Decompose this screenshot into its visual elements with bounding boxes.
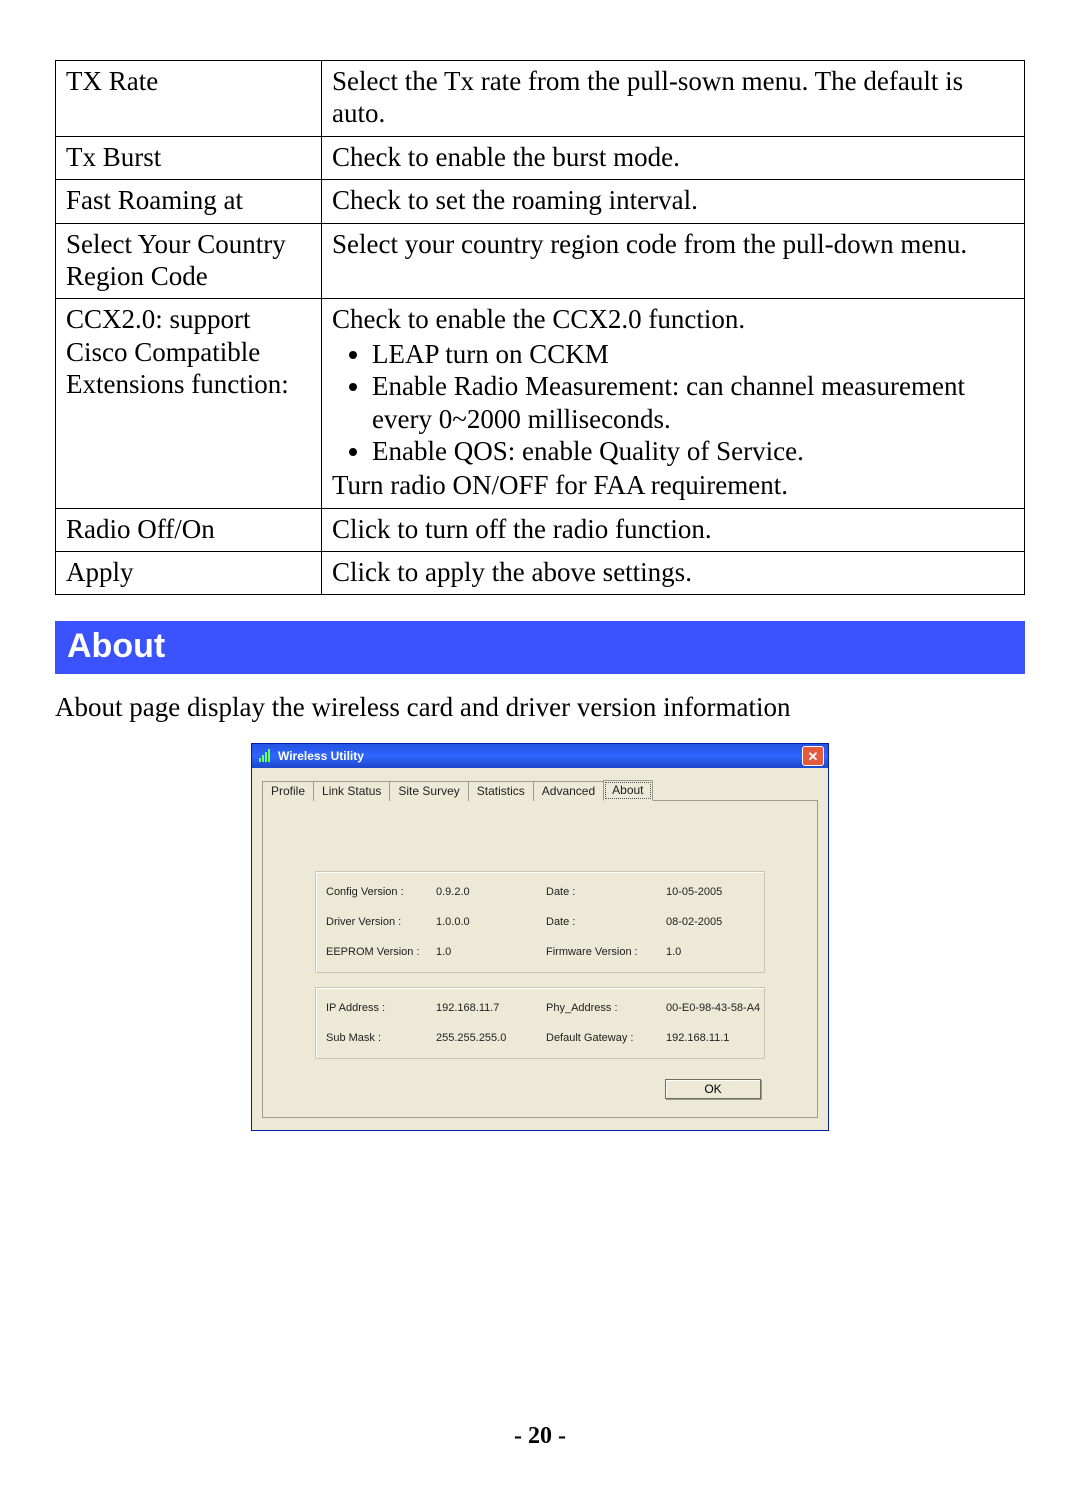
setting-description: Click to turn off the radio function.	[322, 508, 1025, 551]
info-label: Config Version :	[326, 886, 436, 898]
section-intro-text: About page display the wireless card and…	[55, 692, 1025, 723]
info-label: Default Gateway :	[546, 1032, 666, 1044]
app-icon	[258, 749, 272, 763]
table-row: Select Your Country Region CodeSelect yo…	[56, 223, 1025, 299]
table-row: Tx BurstCheck to enable the burst mode.	[56, 136, 1025, 179]
setting-name: Select Your Country Region Code	[56, 223, 322, 299]
info-value: 192.168.11.1	[666, 1032, 776, 1044]
info-value: 192.168.11.7	[436, 1002, 546, 1014]
info-label: Date :	[546, 886, 666, 898]
info-value: 1.0	[666, 946, 776, 958]
settings-table-body: TX RateSelect the Tx rate from the pull-…	[56, 61, 1025, 595]
wireless-utility-window: Wireless Utility ✕ ProfileLink StatusSit…	[251, 743, 829, 1131]
close-icon: ✕	[808, 750, 819, 763]
info-label: IP Address :	[326, 1002, 436, 1014]
table-row: Radio Off/OnClick to turn off the radio …	[56, 508, 1025, 551]
info-row: IP Address :192.168.11.7Phy_Address :00-…	[326, 1002, 754, 1014]
bullet-item: Enable QOS: enable Quality of Service.	[372, 435, 1016, 467]
ok-button[interactable]: OK	[665, 1079, 761, 1099]
bullet-item: LEAP turn on CCKM	[372, 338, 1016, 370]
info-value: 00-E0-98-43-58-A4	[666, 1002, 776, 1014]
info-label: Driver Version :	[326, 916, 436, 928]
setting-name: Radio Off/On	[56, 508, 322, 551]
table-row: Fast Roaming atCheck to set the roaming …	[56, 180, 1025, 223]
info-value: 1.0	[436, 946, 546, 958]
window-title: Wireless Utility	[278, 749, 802, 763]
page-number: - 20 -	[0, 1423, 1080, 1450]
bullet-item: Enable Radio Measurement: can channel me…	[372, 370, 1016, 435]
tab-profile[interactable]: Profile	[262, 781, 314, 801]
info-row: Config Version :0.9.2.0Date :10-05-2005	[326, 886, 754, 898]
tab-panel-about: Config Version :0.9.2.0Date :10-05-2005D…	[262, 801, 818, 1118]
info-row: Driver Version :1.0.0.0Date :08-02-2005	[326, 916, 754, 928]
info-label: Sub Mask :	[326, 1032, 436, 1044]
table-row: CCX2.0: support Cisco Compatible Extensi…	[56, 299, 1025, 508]
setting-description: Check to enable the burst mode.	[322, 136, 1025, 179]
document-page: TX RateSelect the Tx rate from the pull-…	[0, 0, 1080, 1486]
table-row: ApplyClick to apply the above settings.	[56, 552, 1025, 595]
tab-statistics[interactable]: Statistics	[468, 781, 534, 801]
close-button[interactable]: ✕	[802, 746, 824, 766]
window-titlebar: Wireless Utility ✕	[252, 744, 828, 768]
info-label: Date :	[546, 916, 666, 928]
setting-description: Check to enable the CCX2.0 function.LEAP…	[322, 299, 1025, 508]
tab-link-status[interactable]: Link Status	[313, 781, 390, 801]
description-bullets: LEAP turn on CCKMEnable Radio Measuremen…	[332, 338, 1016, 468]
setting-name: CCX2.0: support Cisco Compatible Extensi…	[56, 299, 322, 508]
tab-about[interactable]: About	[603, 780, 652, 801]
network-info-group: IP Address :192.168.11.7Phy_Address :00-…	[315, 987, 765, 1059]
tab-site-survey[interactable]: Site Survey	[389, 781, 468, 801]
tab-strip: ProfileLink StatusSite SurveyStatisticsA…	[262, 778, 818, 801]
description-lead: Check to enable the CCX2.0 function.	[332, 303, 1016, 335]
info-value: 0.9.2.0	[436, 886, 546, 898]
button-row: OK	[275, 1073, 805, 1101]
info-value: 10-05-2005	[666, 886, 776, 898]
tab-advanced[interactable]: Advanced	[533, 781, 604, 801]
setting-name: Tx Burst	[56, 136, 322, 179]
section-heading: About	[55, 621, 1025, 674]
setting-name: Fast Roaming at	[56, 180, 322, 223]
setting-description: Check to set the roaming interval.	[322, 180, 1025, 223]
settings-table: TX RateSelect the Tx rate from the pull-…	[55, 60, 1025, 595]
window-body: ProfileLink StatusSite SurveyStatisticsA…	[252, 768, 828, 1130]
table-row: TX RateSelect the Tx rate from the pull-…	[56, 61, 1025, 137]
setting-description: Select your country region code from the…	[322, 223, 1025, 299]
setting-name: TX Rate	[56, 61, 322, 137]
info-label: EEPROM Version :	[326, 946, 436, 958]
info-value: 1.0.0.0	[436, 916, 546, 928]
setting-description: Click to apply the above settings.	[322, 552, 1025, 595]
info-row: EEPROM Version :1.0Firmware Version :1.0	[326, 946, 754, 958]
info-label: Phy_Address :	[546, 1002, 666, 1014]
info-row: Sub Mask :255.255.255.0Default Gateway :…	[326, 1032, 754, 1044]
setting-name: Apply	[56, 552, 322, 595]
info-value: 08-02-2005	[666, 916, 776, 928]
setting-description: Select the Tx rate from the pull-sown me…	[322, 61, 1025, 137]
info-value: 255.255.255.0	[436, 1032, 546, 1044]
description-trail: Turn radio ON/OFF for FAA requirement.	[332, 469, 1016, 501]
version-info-group: Config Version :0.9.2.0Date :10-05-2005D…	[315, 871, 765, 973]
info-label: Firmware Version :	[546, 946, 666, 958]
